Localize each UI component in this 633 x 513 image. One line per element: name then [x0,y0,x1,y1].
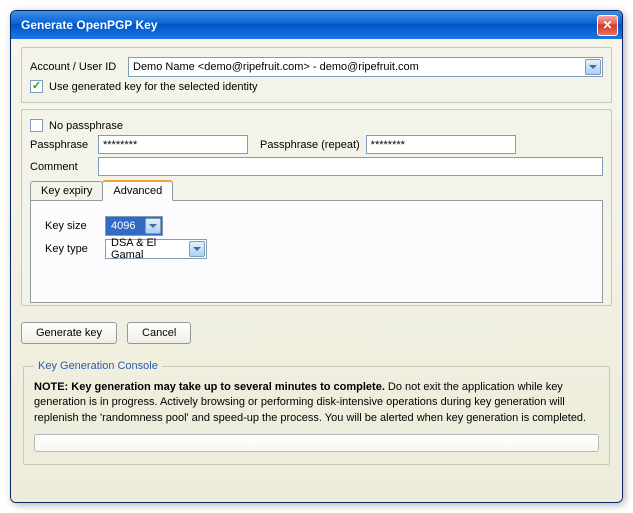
keysize-value: 4096 [111,220,135,232]
passphrase-repeat-label: Passphrase (repeat) [260,139,360,151]
no-passphrase-label: No passphrase [49,120,123,132]
generate-button[interactable]: Generate key [21,322,117,344]
close-button[interactable]: ✕ [597,15,618,36]
no-passphrase-checkbox[interactable] [30,119,43,132]
keytype-value: DSA & El Gamal [111,237,186,261]
dialog-window: Generate OpenPGP Key ✕ Account / User ID… [10,10,623,503]
console-fieldset: Key Generation Console NOTE: Key generat… [23,360,610,465]
chevron-down-icon [189,241,205,257]
keytype-label: Key type [45,243,99,255]
account-value: Demo Name <demo@ripefruit.com> - demo@ri… [133,61,419,73]
passphrase-repeat-input[interactable] [366,135,516,154]
titlebar: Generate OpenPGP Key ✕ [11,11,622,39]
comment-label: Comment [30,161,92,173]
tabs: Key expiry Advanced Key size 4096 Key ty… [30,179,603,303]
content: Account / User ID Demo Name <demo@ripefr… [11,39,622,502]
keysize-label: Key size [45,220,99,232]
console-note: NOTE: Key generation may take up to seve… [34,380,599,426]
passphrase-panel: No passphrase Passphrase Passphrase (rep… [21,109,612,306]
tab-body-advanced: Key size 4096 Key type DSA & El Gamal [30,200,603,303]
console-note-bold: NOTE: Key generation may take up to seve… [34,381,385,393]
tab-advanced[interactable]: Advanced [102,180,173,201]
tab-key-expiry[interactable]: Key expiry [30,181,103,201]
cancel-button[interactable]: Cancel [127,322,191,344]
chevron-down-icon [145,218,161,234]
use-generated-label: Use generated key for the selected ident… [49,81,258,93]
account-label: Account / User ID [30,61,122,73]
use-generated-checkbox[interactable] [30,80,43,93]
account-dropdown[interactable]: Demo Name <demo@ripefruit.com> - demo@ri… [128,57,603,77]
passphrase-input[interactable] [98,135,248,154]
comment-input[interactable] [98,157,603,176]
keytype-select[interactable]: DSA & El Gamal [105,239,207,259]
window-title: Generate OpenPGP Key [21,18,597,32]
keysize-select[interactable]: 4096 [105,216,163,236]
button-row: Generate key Cancel [21,322,612,344]
account-panel: Account / User ID Demo Name <demo@ripefr… [21,47,612,103]
console-legend: Key Generation Console [34,360,162,372]
chevron-down-icon [585,59,601,75]
passphrase-label: Passphrase [30,139,92,151]
progress-bar [34,434,599,452]
